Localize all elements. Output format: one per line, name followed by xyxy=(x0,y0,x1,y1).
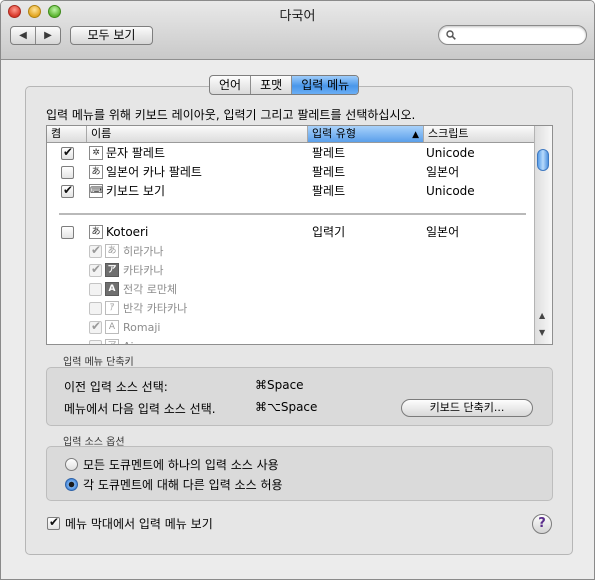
prev-source-shortcut: ⌘Space xyxy=(255,378,304,392)
shortcuts-group xyxy=(46,367,553,426)
window-title: 다국어 xyxy=(279,9,316,24)
row-checkbox[interactable] xyxy=(61,145,74,160)
back-arrow-icon: ◀ xyxy=(19,30,27,41)
per-document-source-label: 각 도큐멘트에 대해 다른 입력 소스 허용 xyxy=(83,478,283,492)
search-field[interactable] xyxy=(438,25,587,45)
show-in-menubar-checkbox[interactable] xyxy=(47,515,60,530)
row-script: Unicode xyxy=(426,146,475,160)
one-source-radio[interactable] xyxy=(65,458,78,471)
row-checkbox[interactable] xyxy=(61,226,74,239)
row-type: 입력기 xyxy=(312,225,346,239)
row-script: 일본어 xyxy=(426,165,460,179)
character-palette-icon: ✲ xyxy=(89,146,103,160)
list-item: ｱ 반각 카타카나 xyxy=(47,299,536,318)
input-sources-table: 켬 이름 입력 유형 ▲ 스크립트 ✲ 문자 팔레트 팔레트 Unicode あ… xyxy=(46,125,553,345)
sub-checkbox xyxy=(89,243,102,258)
tab-bar: 언어 포맷 입력 메뉴 xyxy=(209,75,360,95)
one-source-label: 모든 도큐멘트에 하나의 입력 소스 사용 xyxy=(83,458,279,472)
search-icon xyxy=(446,30,456,40)
tab-input-menu[interactable]: 입력 메뉴 xyxy=(291,76,359,94)
row-type: 팔레트 xyxy=(312,146,346,160)
row-checkbox[interactable] xyxy=(61,183,74,198)
table-scrollbar[interactable]: ▲ ▼ xyxy=(534,126,552,344)
list-item: A Romaji xyxy=(47,318,536,337)
column-header-script[interactable]: 스크립트 xyxy=(424,126,536,142)
instruction-text: 입력 메뉴를 위해 키보드 레이아웃, 입력기 그리고 팔레트를 선택하십시오. xyxy=(46,108,416,122)
hiragana-icon: あ xyxy=(105,244,119,258)
list-item: あ 히라가나 xyxy=(47,242,536,261)
sub-checkbox xyxy=(89,340,102,344)
sub-name: Romaji xyxy=(123,321,161,334)
kotoeri-icon: あ xyxy=(89,225,103,239)
prev-source-label: 이전 입력 소스 선택: xyxy=(64,380,168,394)
help-button[interactable]: ? xyxy=(532,514,552,534)
row-script: 일본어 xyxy=(426,225,460,239)
scroll-down-icon[interactable]: ▼ xyxy=(539,328,545,337)
show-in-menubar-label: 메뉴 막대에서 입력 메뉴 보기 xyxy=(65,517,213,531)
table-header: 켬 이름 입력 유형 ▲ 스크립트 xyxy=(47,126,536,143)
sub-checkbox xyxy=(89,319,102,334)
sub-name: 반각 카타카나 xyxy=(123,302,188,315)
sub-checkbox xyxy=(89,302,102,315)
title-bar: 다국어 ◀ ▶ 모두 보기 xyxy=(1,1,594,60)
column-header-name[interactable]: 이름 xyxy=(87,126,308,142)
list-item: ア 카타카나 xyxy=(47,261,536,280)
sub-checkbox xyxy=(89,262,102,277)
next-source-label: 메뉴에서 다음 입력 소스 선택. xyxy=(64,402,216,416)
table-row[interactable]: あ Kotoeri 입력기 일본어 xyxy=(47,223,536,242)
keyboard-viewer-icon: ⌨ xyxy=(89,184,103,198)
tab-language[interactable]: 언어 xyxy=(210,76,250,94)
sub-name: Ainu xyxy=(123,337,148,344)
scroll-thumb[interactable] xyxy=(537,149,549,171)
row-type: 팔레트 xyxy=(312,184,346,198)
scroll-up-icon[interactable]: ▲ xyxy=(539,311,545,320)
tab-formats[interactable]: 포맷 xyxy=(250,76,291,94)
preferences-window: 다국어 ◀ ▶ 모두 보기 언어 포맷 입력 메뉴 입력 메뉴를 위해 키보드 … xyxy=(0,0,595,580)
sub-name: 카타카나 xyxy=(123,264,164,277)
row-name: Kotoeri xyxy=(106,225,149,239)
kana-palette-icon: あ xyxy=(89,165,103,179)
row-name: 문자 팔레트 xyxy=(106,146,166,160)
sub-name: 전각 로만체 xyxy=(123,283,178,296)
sub-name: 히라가나 xyxy=(123,245,164,258)
column-header-on[interactable]: 켬 xyxy=(47,126,87,142)
back-button[interactable]: ◀ xyxy=(11,27,35,44)
per-document-source-radio[interactable] xyxy=(65,478,78,491)
row-name: 일본어 카나 팔레트 xyxy=(106,165,202,179)
forward-button[interactable]: ▶ xyxy=(35,27,60,44)
row-script: Unicode xyxy=(426,184,475,198)
show-all-button[interactable]: 모두 보기 xyxy=(70,26,153,45)
table-row[interactable]: ⌨ 키보드 보기 팔레트 Unicode xyxy=(47,182,536,201)
halfwidth-katakana-icon: ｱ xyxy=(105,301,119,315)
table-row[interactable]: あ 일본어 카나 팔레트 팔레트 일본어 xyxy=(47,163,536,182)
row-type: 팔레트 xyxy=(312,165,346,179)
row-checkbox[interactable] xyxy=(61,166,74,179)
sub-checkbox xyxy=(89,283,102,296)
next-source-shortcut: ⌘⌥Space xyxy=(255,400,318,414)
list-item: A 전각 로만체 xyxy=(47,280,536,299)
keyboard-shortcuts-button[interactable]: 키보드 단축키... xyxy=(401,399,533,417)
romaji-icon: A xyxy=(105,320,119,334)
sort-ascending-icon: ▲ xyxy=(412,130,419,140)
forward-arrow-icon: ▶ xyxy=(44,30,52,41)
table-separator xyxy=(59,213,526,215)
shortcuts-group-label: 입력 메뉴 단축키 xyxy=(63,357,134,368)
table-row[interactable]: ✲ 문자 팔레트 팔레트 Unicode xyxy=(47,144,536,163)
column-header-input-type[interactable]: 입력 유형 ▲ xyxy=(308,126,424,142)
list-item: ア Ainu xyxy=(47,337,536,344)
katakana-icon: ア xyxy=(105,263,119,277)
row-name: 키보드 보기 xyxy=(106,184,166,198)
nav-segmented-control: ◀ ▶ xyxy=(10,26,61,45)
fullwidth-roman-icon: A xyxy=(105,282,119,296)
ainu-icon: ア xyxy=(105,339,119,344)
